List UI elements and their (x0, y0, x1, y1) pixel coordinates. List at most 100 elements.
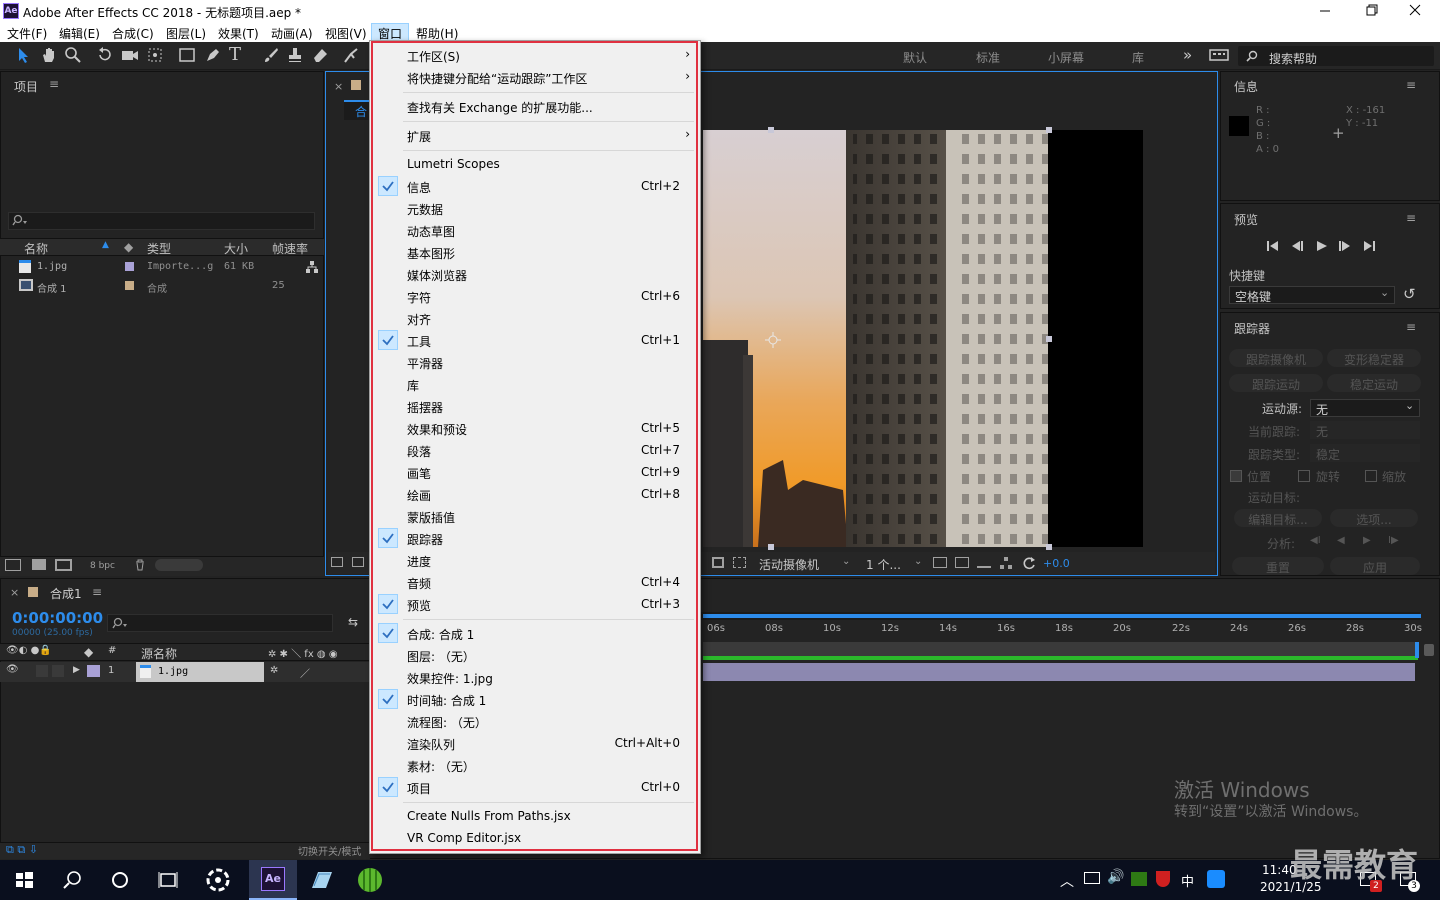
layer-label-swatch[interactable] (87, 665, 100, 677)
menu-file[interactable]: 文件(F) (7, 25, 47, 42)
transform-handle[interactable] (768, 127, 774, 133)
current-time-indicator[interactable] (1415, 642, 1419, 658)
new-composition-icon[interactable] (55, 559, 72, 571)
region-of-interest-icon[interactable] (712, 557, 724, 568)
analyze-back-all-button[interactable]: ◀I (1310, 535, 1321, 546)
next-frame-button[interactable] (1338, 240, 1352, 252)
menu-animation[interactable]: 动画(A) (271, 25, 313, 42)
panel-menu-icon[interactable]: ≡ (92, 585, 102, 599)
position-checkbox[interactable] (1230, 470, 1242, 482)
view-layout-dropdown[interactable]: 1 个... (866, 556, 901, 573)
layer-name-field[interactable] (136, 662, 264, 682)
taskbar-app-pinwheel[interactable] (194, 860, 242, 900)
workspace-options-button[interactable] (1208, 48, 1230, 62)
label-color-swatch[interactable] (125, 262, 134, 271)
rotation-checkbox[interactable] (1298, 470, 1310, 482)
current-time-display[interactable]: 0:00:00:00 (12, 609, 103, 627)
eraser-tool[interactable] (311, 46, 329, 64)
start-button[interactable] (0, 860, 48, 900)
rectangle-tool[interactable] (178, 46, 196, 64)
pen-tool[interactable] (204, 46, 222, 64)
shy-switch[interactable]: ✲ (270, 665, 278, 676)
transparency-grid-icon[interactable] (733, 557, 746, 568)
transform-handle[interactable] (1046, 544, 1052, 550)
reset-exposure-icon[interactable] (1022, 556, 1036, 570)
flowchart-icon[interactable] (305, 260, 319, 274)
zoom-tool[interactable] (64, 46, 82, 64)
play-button[interactable] (1315, 240, 1329, 252)
timeline-comp-tab[interactable]: 合成1 (50, 585, 82, 602)
bit-depth-button[interactable]: 8 bpc (90, 561, 115, 571)
column-frame-rate[interactable]: 帧速率 (272, 240, 308, 257)
menu-composition[interactable]: 合成(C) (112, 25, 154, 42)
camera-dropdown[interactable]: 活动摄像机 (759, 556, 819, 573)
workspaces-overflow[interactable]: » (1183, 46, 1192, 64)
channel-icon[interactable] (977, 557, 991, 568)
quality-switch[interactable]: ／ (300, 665, 310, 680)
visibility-eye-icon[interactable]: 👁 (6, 664, 19, 675)
interpret-footage-icon[interactable] (5, 559, 21, 571)
camera-tool[interactable] (120, 46, 140, 64)
work-area-bar[interactable] (703, 614, 1421, 618)
project-search-input[interactable] (8, 212, 315, 230)
close-window-button[interactable] (1394, 0, 1440, 22)
selection-tool[interactable] (14, 46, 32, 64)
reset-button[interactable]: 重置 (1232, 557, 1324, 575)
analyze-forward-button[interactable]: ▶ (1363, 535, 1371, 546)
scale-checkbox[interactable] (1365, 470, 1377, 482)
composition-button[interactable] (1424, 644, 1434, 656)
transform-handle[interactable] (1046, 336, 1052, 342)
layer-duration-bar[interactable] (703, 663, 1415, 681)
menu-edit[interactable]: 编辑(E) (59, 25, 100, 42)
solo-toggle[interactable] (36, 665, 48, 677)
thumbnail-scroll[interactable] (155, 559, 203, 571)
flowchart-icon[interactable] (999, 556, 1013, 570)
expand-layer-icon[interactable]: ▶ (73, 665, 80, 675)
workspace-default[interactable]: 默认 (903, 49, 927, 66)
show-hidden-icons-button[interactable]: ︿ (1060, 871, 1074, 891)
menu-view[interactable]: 视图(V) (325, 25, 367, 42)
menu-layer[interactable]: 图层(L) (166, 25, 206, 42)
workspace-standard[interactable]: 标准 (976, 49, 1000, 66)
toggle-switches-modes-label[interactable]: 切换开关/模式 (298, 843, 361, 858)
monitor-icon[interactable] (352, 557, 364, 567)
track-camera-button[interactable]: 跟踪摄像机 (1229, 349, 1323, 367)
panel-menu-icon[interactable]: ≡ (1406, 320, 1416, 334)
exposure-value[interactable]: +0.0 (1043, 557, 1070, 570)
edit-target-button[interactable]: 编辑目标... (1234, 509, 1322, 527)
workspace-libraries[interactable]: 库 (1132, 49, 1144, 66)
stabilize-motion-button[interactable]: 稳定运动 (1327, 374, 1421, 392)
nvidia-icon[interactable] (1131, 872, 1147, 886)
column-type[interactable]: 类型 (147, 240, 171, 257)
taskbar-app-notepad[interactable] (298, 860, 346, 900)
minimize-button[interactable] (1302, 0, 1348, 22)
help-search-box[interactable] (1238, 46, 1434, 66)
input-method-indicator[interactable]: 中 (1181, 871, 1194, 890)
task-view-button[interactable] (144, 860, 192, 900)
reset-shortcut-icon[interactable]: ↺ (1403, 285, 1416, 303)
qq-icon[interactable] (1207, 870, 1225, 888)
volume-icon[interactable]: 🔊 (1107, 869, 1124, 885)
warp-stabilizer-button[interactable]: 变形稳定器 (1327, 349, 1421, 367)
taskbar-app-watermelon[interactable] (346, 860, 394, 900)
timeline-footer-icons[interactable]: ⧉ ⧉ ⇩ (6, 843, 38, 857)
rotate-tool[interactable] (96, 46, 114, 64)
network-icon[interactable] (1084, 872, 1100, 884)
column-name[interactable]: 名称 (24, 240, 48, 257)
close-tab-icon[interactable]: × (10, 586, 19, 599)
lock-toggle[interactable] (52, 665, 64, 677)
comp-viewer-tab-label[interactable]: 合 (355, 103, 367, 120)
analyze-back-button[interactable]: ◀ (1337, 535, 1345, 546)
help-search-placeholder[interactable]: 搜索帮助 (1269, 50, 1317, 67)
analyze-forward-all-button[interactable]: I▶ (1388, 535, 1399, 546)
options-button[interactable]: 选项... (1330, 509, 1418, 527)
source-name-column[interactable]: 源名称 (141, 645, 177, 662)
close-tab-icon[interactable]: × (334, 80, 343, 93)
menu-effect[interactable]: 效果(T) (218, 25, 259, 42)
snapshot-icon[interactable] (933, 557, 947, 568)
cortana-button[interactable] (96, 860, 144, 900)
new-folder-icon[interactable] (32, 559, 46, 570)
hand-tool[interactable] (40, 46, 58, 64)
transform-handle[interactable] (1046, 127, 1052, 133)
type-tool[interactable]: T (229, 44, 241, 65)
